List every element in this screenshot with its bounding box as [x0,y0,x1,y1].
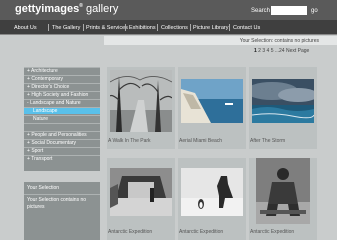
main-nav: About Us The Gallery Prints & Services E… [0,20,337,35]
expand-bullet: + [27,156,30,162]
pagination: 1 2 3 4 5 ...24 Next Page [254,48,309,54]
selection-panel-text: Your Selection contains no pictures [27,197,87,210]
sidebar-item-label: Nature [33,116,49,122]
sidebar-item-contemporary[interactable]: + Contemporary [24,75,100,82]
photo-caption: Antarctic Expedition [250,229,295,235]
nav-divider [83,24,84,31]
gallery-tile[interactable]: After The Storm [249,67,317,149]
your-selection-panel: Your Selection Your Selection contains n… [24,182,100,240]
nav-exhibitions[interactable]: Exhibitions [129,25,156,31]
selection-panel-title: Your Selection [27,185,60,191]
expand-bullet: + [27,84,30,90]
photo-caption: Aerial Miami Beach [179,138,223,144]
sidebar-spacer [24,123,100,130]
nav-divider [157,24,158,31]
gallery-tile[interactable]: Aerial Miami Beach [178,67,246,149]
antarctic-photo-2 [181,168,243,216]
expand-bullet: + [27,68,30,74]
logo-brand-text: gettyimages [15,3,80,15]
gallery-tile[interactable]: A Walk In The Park [107,67,175,149]
sidebar-item-label: Sport [31,148,44,154]
photo-thumbnail-park[interactable] [110,70,172,132]
sidebar-subitem-landscape[interactable]: Landscape [24,107,100,114]
collapse-bullet: - [27,100,29,106]
logo-gallery-text: gallery [82,3,119,15]
page-link[interactable]: 1 [254,48,257,54]
nav-divider [48,24,49,31]
nav-divider [125,24,126,31]
nav-the-gallery[interactable]: The Gallery [52,25,80,31]
sidebar-item-label: Architecture [31,68,58,74]
sidebar-item-people[interactable]: + People and Personalities [24,131,100,138]
sidebar-item-architecture[interactable]: + Architecture [24,67,100,74]
nav-divider [229,24,230,31]
sidebar-item-label: Director's Choice [31,84,70,90]
sidebar-item-label: Landscape and Nature [30,100,81,106]
sidebar-item-label: Social Documentary [31,140,77,146]
sidebar-item-high-society[interactable]: + High Society and Fashion [24,91,100,98]
nav-contact-us[interactable]: Contact Us [233,25,260,31]
site-header: gettyimages® gallery Search go [0,0,337,20]
sidebar-item-landscape-nature[interactable]: - Landscape and Nature [24,99,100,106]
antarctic-photo-3 [256,158,310,224]
photo-caption: After The Storm [250,138,286,144]
nav-divider [190,24,191,31]
antarctic-photo-1 [110,168,172,216]
photo-thumbnail-storm[interactable] [252,79,314,123]
nav-about-us[interactable]: About Us [14,25,37,31]
nav-picture-library[interactable]: Picture Library [193,25,228,31]
page-link[interactable]: 2 [258,48,261,54]
photo-thumbnail-antarctic-2[interactable] [181,168,243,216]
expand-bullet: + [27,92,30,98]
sidebar-item-label: Contemporary [31,76,63,82]
photo-thumbnail-antarctic-3[interactable] [256,158,310,224]
sidebar-item-label: High Society and Fashion [31,92,89,98]
sidebar-item-directors-choice[interactable]: + Director's Choice [24,83,100,90]
storm-photo [252,79,314,123]
photo-thumbnail-miami[interactable] [181,79,243,123]
miami-photo [181,79,243,123]
park-photo [110,70,172,132]
page-link[interactable]: 5 [271,48,274,54]
next-page-link[interactable]: Next Page [286,48,309,54]
gallery-tile[interactable]: Antarctic Expedition [178,158,246,240]
sidebar-item-sport[interactable]: + Sport [24,147,100,154]
category-sidebar: + Architecture + Contemporary + Director… [24,67,100,171]
divider [24,194,100,195]
sidebar-item-label: Landscape [33,108,58,114]
page-link[interactable]: 4 [267,48,270,54]
photo-thumbnail-antarctic-1[interactable] [110,168,172,216]
photo-caption: Antarctic Expedition [108,229,153,235]
gallery-tile[interactable]: Antarctic Expedition [107,158,175,240]
photo-caption: Antarctic Expedition [179,229,224,235]
expand-bullet: + [27,140,30,146]
sidebar-item-label: People and Personalities [31,132,87,138]
search-go-button[interactable]: go [311,8,318,14]
page-link[interactable]: ...24 [275,48,285,54]
your-selection-bar: Your Selection: contains no pictures [104,36,337,45]
gettyimages-gallery-logo[interactable]: gettyimages® gallery [15,3,118,15]
photo-caption: A Walk In The Park [108,138,151,144]
expand-bullet: + [27,148,30,154]
search-label: Search [251,8,271,14]
sidebar-item-social-documentary[interactable]: + Social Documentary [24,139,100,146]
page-link[interactable]: 3 [262,48,265,54]
nav-collections[interactable]: Collections [161,25,188,31]
search-input[interactable] [271,6,307,15]
sidebar-subitem-nature[interactable]: Nature [24,115,100,122]
selection-status-text: Your Selection: contains no pictures [239,38,319,44]
nav-prints-services[interactable]: Prints & Services [86,25,128,31]
expand-bullet: + [27,132,30,138]
sidebar-item-label: Transport [31,156,53,162]
sidebar-item-transport[interactable]: + Transport [24,155,100,162]
gallery-tile[interactable]: Antarctic Expedition [249,158,317,240]
expand-bullet: + [27,76,30,82]
